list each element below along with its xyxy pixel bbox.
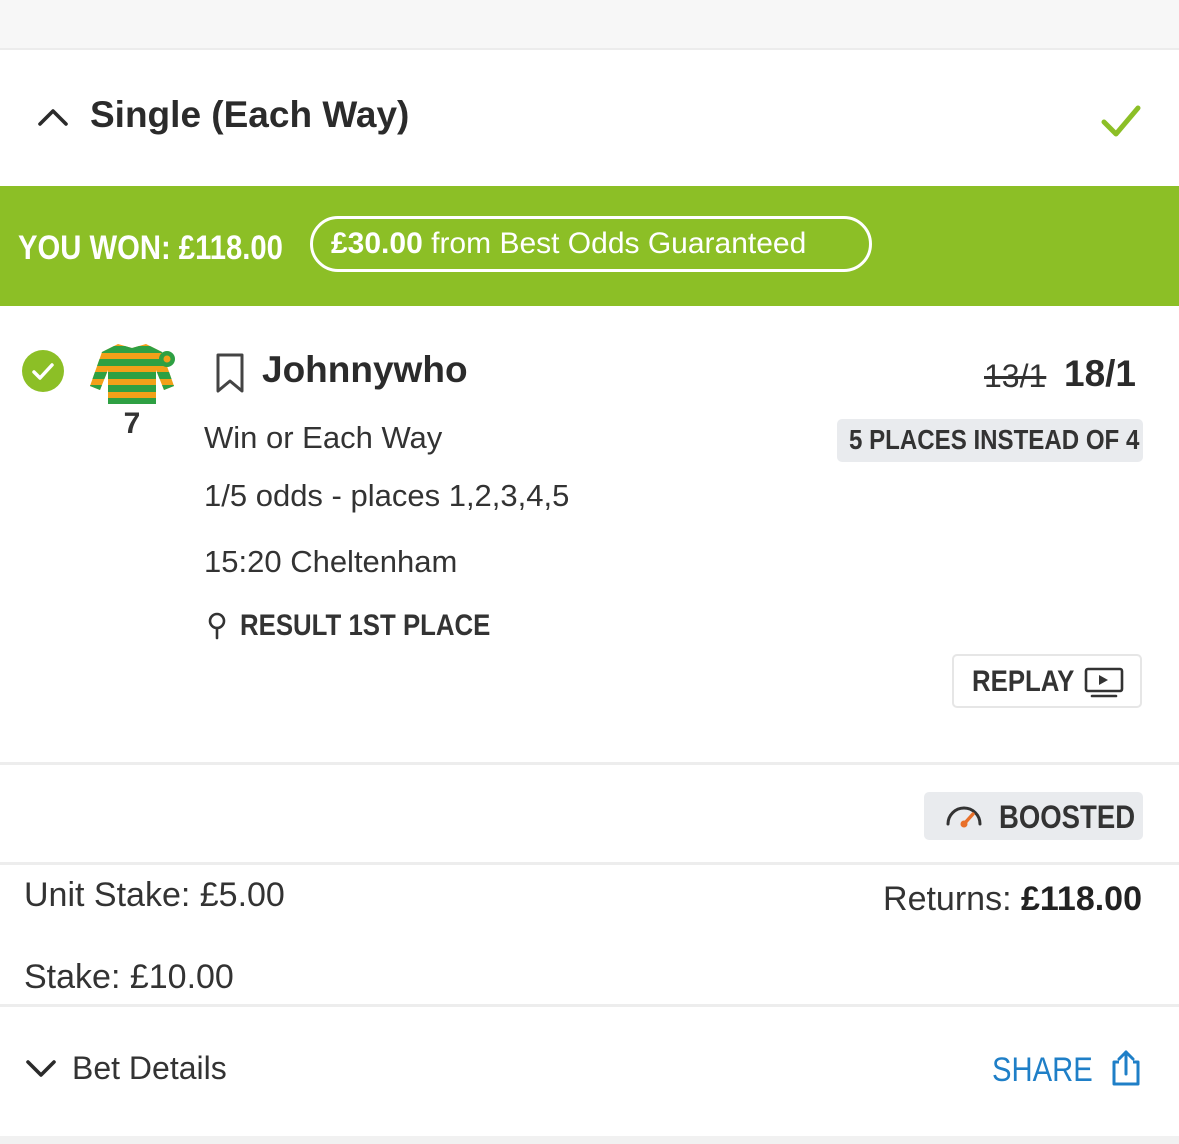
each-way-terms: 1/5 odds - places 1,2,3,4,5 (204, 478, 570, 513)
unit-stake: Unit Stake: £5.00 (24, 876, 285, 914)
video-replay-icon[interactable] (1084, 666, 1124, 698)
total-stake: Stake: £10.00 (24, 958, 234, 996)
share-icon[interactable] (1108, 1048, 1144, 1088)
bet-details-toggle[interactable]: Bet Details (72, 1047, 227, 1089)
returns: Returns: £118.00 (883, 878, 1142, 920)
speedometer-icon (946, 806, 982, 828)
cloth-number: 7 (123, 407, 141, 440)
check-icon (32, 363, 54, 380)
jockey-silks-icon (90, 344, 175, 404)
top-bar (0, 0, 1179, 50)
race-info: 15:20 Cheltenham (204, 544, 458, 579)
returns-value: £118.00 (1020, 880, 1142, 918)
boost-text: from Best Odds Guaranteed (431, 227, 807, 260)
share-button[interactable]: SHARE (992, 1049, 1093, 1091)
selection-won-icon (22, 350, 64, 392)
returns-label: Returns: (883, 880, 1012, 918)
chevron-up-icon[interactable] (36, 100, 70, 134)
original-odds: 13/1 (984, 358, 1047, 394)
replay-label[interactable]: REPLAY (972, 662, 1074, 702)
best-odds-pill: £30.00 from Best Odds Guaranteed (310, 216, 872, 272)
bottom-bar (0, 1136, 1179, 1144)
bookmark-icon[interactable] (213, 352, 247, 394)
market-name: Win or Each Way (204, 420, 443, 455)
extra-places-label: 5 PLACES INSTEAD OF 4 (849, 424, 1140, 455)
won-amount-label: YOU WON: £118.00 (18, 229, 283, 267)
check-icon (1101, 105, 1141, 137)
boost-amount: £30.00 (331, 227, 423, 260)
divider (0, 1004, 1179, 1007)
divider (0, 762, 1179, 765)
result-label: RESULT 1ST PLACE (240, 609, 491, 642)
runner-name: Johnnywho (262, 349, 468, 390)
boosted-label: BOOSTED (999, 799, 1136, 835)
location-pin-icon (208, 612, 226, 640)
divider (0, 862, 1179, 865)
bet-type-title[interactable]: Single (Each Way) (90, 92, 409, 138)
chevron-down-icon[interactable] (24, 1054, 58, 1082)
settled-odds: 18/1 (1064, 353, 1137, 394)
